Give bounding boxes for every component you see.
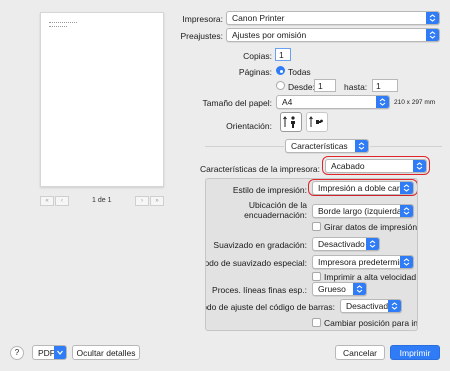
popup-arrows-icon [426, 29, 439, 41]
hide-details-button[interactable]: Ocultar detalles [72, 345, 140, 360]
printer-features-label: Características de la impresora: [200, 164, 320, 174]
binding-location-popup[interactable]: Borde largo (izquierda) [312, 204, 414, 218]
presets-label: Preajustes: [180, 31, 223, 41]
last-page-button[interactable]: » [150, 196, 164, 206]
popup-arrows-icon [426, 12, 439, 24]
portrait-orientation-button[interactable] [280, 112, 302, 132]
printer-popup[interactable]: Canon Printer [226, 11, 440, 25]
popup-arrows-icon [388, 300, 401, 312]
section-menu-popup[interactable]: Características [285, 139, 369, 153]
popup-arrows-icon [400, 256, 413, 268]
pdf-menu-button[interactable]: PDF [32, 345, 67, 360]
special-smoothing-mode-popup[interactable]: Impresora predetermin... [312, 255, 414, 269]
presets-popup[interactable]: Ajustes por omisión [226, 28, 440, 42]
page-preview [40, 12, 164, 187]
paper-size-popup[interactable]: A4 [276, 95, 390, 109]
presets-value: Ajustes por omisión [232, 30, 307, 40]
help-button[interactable]: ? [10, 346, 24, 360]
pages-all-label: Todas [288, 67, 311, 77]
help-icon: ? [14, 348, 20, 357]
pages-from-input[interactable]: 1 [314, 79, 336, 92]
orientation-label: Orientación: [226, 121, 272, 131]
page-indicator: 1 de 1 [92, 197, 112, 204]
thin-lines-label: Proces. líneas finas esp.: [212, 285, 307, 295]
special-smoothing-mode-label: Modo de suavizado especial: [205, 258, 307, 268]
print-style-popup[interactable]: Impresión a doble cara [312, 181, 414, 195]
popup-arrows-icon [400, 182, 413, 194]
preview-navigation: « ‹ 1 de 1 › » [40, 196, 164, 208]
printer-label: Impresora: [182, 14, 223, 24]
popup-arrows-icon [376, 96, 389, 108]
print-button[interactable]: Imprimir [390, 345, 440, 360]
gradation-smoothing-popup[interactable]: Desactivado [312, 237, 380, 251]
rotate-print-data-label: Girar datos de impresión 180 [324, 222, 418, 232]
print-style-label: Estilo de impresión: [232, 185, 307, 195]
thin-lines-popup[interactable]: Grueso [312, 282, 367, 296]
binding-location-label-line1: Ubicación de la [248, 200, 307, 210]
preview-text-line [49, 26, 67, 28]
copies-label: Copias: [243, 51, 272, 61]
section-divider [370, 146, 442, 147]
preview-text-line [49, 22, 77, 24]
pages-to-label: hasta: [344, 82, 368, 92]
feature-set-popup[interactable]: Acabado [325, 159, 427, 173]
pages-range-radio[interactable] [276, 81, 285, 90]
next-page-icon: › [141, 198, 143, 204]
popup-arrows-icon [400, 205, 413, 217]
pages-from-label: Desde: [288, 82, 315, 92]
change-position-checkbox[interactable] [312, 318, 321, 327]
previous-page-icon: ‹ [61, 198, 63, 204]
barcode-mode-popup[interactable]: Desactivado [340, 299, 402, 313]
paper-size-label: Tamaño del papel: [202, 98, 272, 108]
previous-page-button[interactable]: ‹ [55, 196, 69, 206]
pdf-menu-arrow-icon [54, 346, 66, 359]
high-speed-print-label: Imprimir a alta velocidad doc [324, 272, 417, 282]
first-page-icon: « [45, 198, 49, 204]
next-page-button[interactable]: › [135, 196, 149, 206]
last-page-icon: » [155, 198, 159, 204]
pages-to-input[interactable]: 1 [372, 79, 398, 92]
section-divider [205, 146, 284, 147]
features-settings-panel: Estilo de impresión: Impresión a doble c… [205, 178, 418, 331]
popup-arrows-icon [353, 283, 366, 295]
rotate-print-data-checkbox[interactable] [312, 222, 321, 231]
pages-label: Páginas: [238, 67, 272, 77]
high-speed-print-checkbox[interactable] [312, 272, 321, 281]
binding-location-label-line2: encuadernación: [244, 210, 307, 220]
landscape-orientation-button[interactable] [306, 112, 328, 132]
first-page-button[interactable]: « [40, 196, 54, 206]
popup-arrows-icon [355, 140, 368, 152]
copies-input[interactable]: 1 [275, 48, 291, 61]
printer-value: Canon Printer [232, 13, 285, 23]
portrait-orientation-icon [283, 116, 295, 128]
popup-arrows-icon [413, 160, 426, 172]
change-position-label: Cambiar posición para iniciar [324, 318, 418, 328]
popup-arrows-icon [366, 238, 379, 250]
paper-size-dimensions: 210 x 297 mm [394, 99, 436, 106]
gradation-smoothing-label: Suavizado en gradación: [213, 240, 307, 250]
cancel-button[interactable]: Cancelar [335, 345, 385, 360]
barcode-mode-label: Modo de ajuste del código de barras: [205, 302, 335, 312]
pages-all-radio[interactable] [276, 66, 285, 75]
landscape-orientation-icon [309, 116, 323, 127]
